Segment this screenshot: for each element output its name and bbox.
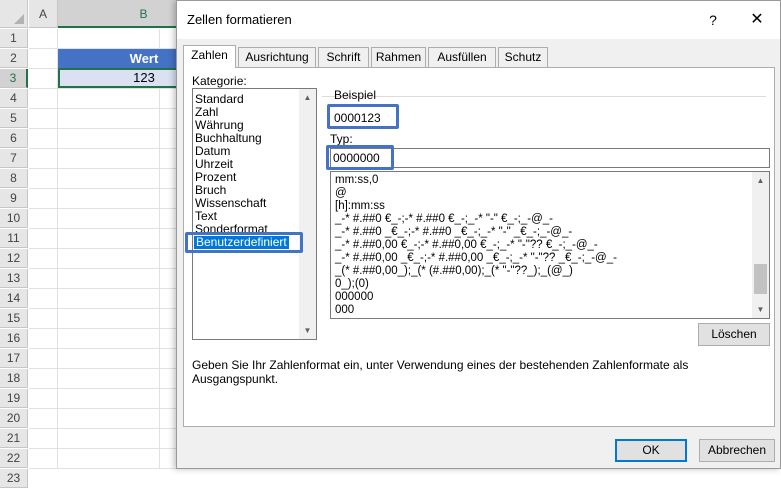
hint-text: Geben Sie Ihr Zahlenformat ein, unter Ve… — [192, 358, 689, 386]
row-header-10[interactable]: 10 — [0, 209, 28, 228]
format-item[interactable]: 000 — [335, 304, 354, 317]
format-list[interactable]: mm:ss,0 @ [h]:mm:ss _-* #.##0 €_-;-* #.##0 … — [330, 171, 770, 319]
zahlen-panel: Kategorie: Standard Zahl Währung Buchhaltun… — [183, 67, 775, 427]
row-header-8[interactable]: 8 — [0, 169, 28, 188]
tab-rahmen[interactable]: Rahmen — [371, 47, 426, 67]
row-header-3[interactable]: 3 — [0, 69, 28, 88]
format-item[interactable]: _(* #.##0,00_);_(* (#.##0,00);_(* "-"??_… — [335, 265, 573, 278]
tab-ausfuellen[interactable]: Ausfüllen — [428, 47, 496, 67]
row-header-14[interactable]: 14 — [0, 289, 28, 308]
dialog-titlebar[interactable]: Zellen formatieren ? ✕ — [177, 1, 780, 39]
kategorie-label: Kategorie: — [192, 74, 247, 88]
tab-ausrichtung[interactable]: Ausrichtung — [238, 47, 316, 67]
format-item[interactable]: 0_);(0) — [335, 278, 369, 291]
scroll-up-icon[interactable]: ▲ — [299, 89, 316, 106]
cancel-button[interactable]: Abbrechen — [699, 439, 775, 462]
format-item[interactable]: _-* #.##0,00 _€_-;-* #.##0,00 _€_-;_-* "… — [335, 252, 617, 265]
format-item[interactable]: _-* #.##0 €_-;-* #.##0 €_-;_-* "-" €_-;_… — [335, 213, 553, 226]
row-header-17[interactable]: 17 — [0, 349, 28, 368]
row-header-2[interactable]: 2 — [0, 49, 28, 68]
format-item[interactable]: [h]:mm:ss — [335, 200, 385, 213]
format-item[interactable]: @ — [335, 187, 347, 200]
row-header-18[interactable]: 18 — [0, 369, 28, 388]
row-header-19[interactable]: 19 — [0, 389, 28, 408]
scroll-thumb[interactable] — [754, 264, 767, 294]
row-header-7[interactable]: 7 — [0, 149, 28, 168]
row-header-5[interactable]: 5 — [0, 109, 28, 128]
row-header-4[interactable]: 4 — [0, 89, 28, 108]
help-button[interactable]: ? — [699, 9, 727, 31]
row-header-23[interactable]: 23 — [0, 469, 28, 488]
beispiel-label: Beispiel — [334, 88, 377, 102]
scroll-up-icon[interactable]: ▲ — [752, 172, 769, 189]
ok-button[interactable]: OK — [615, 439, 687, 462]
category-list[interactable]: Standard Zahl Währung Buchhaltung Datum Uhrze… — [192, 88, 317, 340]
row-header-6[interactable]: 6 — [0, 129, 28, 148]
category-scrollbar[interactable]: ▲ ▼ — [299, 89, 316, 339]
scroll-down-icon[interactable]: ▼ — [752, 301, 769, 318]
format-item[interactable]: mm:ss,0 — [335, 174, 378, 187]
row-header-21[interactable]: 21 — [0, 429, 28, 448]
format-cells-dialog: Zellen formatieren ? ✕ Zahlen Ausrichtun… — [176, 0, 781, 469]
typ-highlight-frame — [326, 145, 394, 170]
column-header-a[interactable]: A — [29, 0, 58, 28]
row-header-15[interactable]: 15 — [0, 309, 28, 328]
format-item[interactable]: _-* #.##0 _€_-;-* #.##0 _€_-;_-* "-" _€_… — [335, 226, 572, 239]
format-item[interactable]: _-* #.##0,00 €_-;-* #.##0,00 €_-;_-* "-"… — [335, 239, 598, 252]
row-header-13[interactable]: 13 — [0, 269, 28, 288]
scroll-down-icon[interactable]: ▼ — [299, 322, 316, 339]
select-all-corner[interactable] — [0, 0, 28, 28]
loeschen-button[interactable]: Löschen — [698, 323, 770, 346]
tab-zahlen[interactable]: Zahlen — [183, 45, 236, 68]
row-header-12[interactable]: 12 — [0, 249, 28, 268]
format-item[interactable]: 000000 — [335, 291, 373, 304]
typ-input[interactable]: 0000000 — [330, 148, 770, 168]
cell-grid[interactable] — [29, 29, 189, 469]
row-header-11[interactable]: 11 — [0, 229, 28, 248]
close-button[interactable]: ✕ — [743, 9, 771, 31]
format-scrollbar[interactable]: ▲ ▼ — [752, 172, 769, 318]
typ-label: Typ: — [330, 132, 353, 146]
row-header-16[interactable]: 16 — [0, 329, 28, 348]
tab-schrift[interactable]: Schrift — [318, 47, 369, 67]
row-header-1[interactable]: 1 — [0, 29, 28, 48]
row-header-9[interactable]: 9 — [0, 189, 28, 208]
beispiel-highlight-frame — [327, 104, 399, 129]
tab-schutz[interactable]: Schutz — [498, 47, 548, 67]
row-header-20[interactable]: 20 — [0, 409, 28, 428]
dialog-title: Zellen formatieren — [187, 12, 292, 27]
row-header-22[interactable]: 22 — [0, 449, 28, 468]
category-highlight-frame — [185, 232, 303, 253]
